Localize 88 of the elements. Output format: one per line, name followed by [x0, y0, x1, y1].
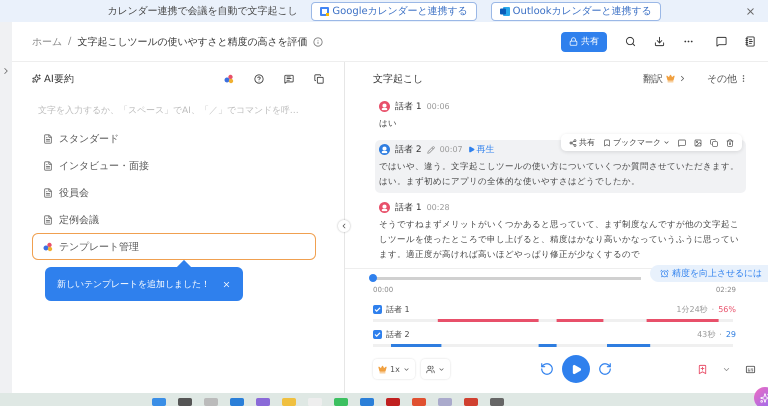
- colorful-dots-icon: [224, 74, 234, 84]
- bookmark-icon[interactable]: [697, 364, 708, 374]
- chevron-left-icon: [340, 222, 348, 230]
- caret-icon: [402, 366, 410, 372]
- translate-link[interactable]: 翻訳: [643, 72, 687, 86]
- comment-icon[interactable]: [678, 138, 686, 146]
- document-icon: [43, 188, 53, 198]
- download-icon[interactable]: [654, 36, 665, 47]
- speaker-name: 話者 2: [395, 144, 422, 156]
- progress-thumb[interactable]: [369, 274, 377, 282]
- avatar-icon: [379, 144, 390, 155]
- copy-icon[interactable]: [710, 138, 718, 146]
- caret-icon: [438, 366, 445, 372]
- info-icon[interactable]: [313, 36, 324, 46]
- document-icon: [43, 214, 53, 224]
- speaker-filter-button[interactable]: [420, 359, 450, 379]
- toast-message: 新しいテンプレートを追加しました！: [57, 278, 210, 290]
- breadcrumb-separator: /: [68, 36, 72, 47]
- edit-icon[interactable]: [426, 146, 435, 154]
- speaking-share: 29: [726, 330, 736, 338]
- calendar-icon: [320, 6, 330, 16]
- copy-icon[interactable]: [314, 74, 324, 84]
- more-menu[interactable]: その他: [707, 72, 748, 86]
- notes-icon[interactable]: [745, 36, 756, 47]
- template-item[interactable]: インタビュー・面接: [32, 152, 316, 179]
- speaker-name: 話者 1: [386, 304, 410, 314]
- share-button[interactable]: 共有: [561, 32, 607, 52]
- avatar-icon: [379, 202, 390, 213]
- speaking-share: 56%: [718, 304, 736, 314]
- speaker-name: 話者 2: [386, 328, 410, 340]
- help-icon[interactable]: [254, 74, 264, 84]
- caret-icon: [663, 139, 670, 146]
- document-icon: [43, 160, 53, 170]
- search-icon[interactable]: [625, 36, 636, 47]
- close-icon[interactable]: [222, 280, 231, 288]
- transcript-text: ではいや、違う。文字起こしツールの使い方についていくつか質問させていただきます。はい。まず初めにアプリの全体的な使いやすさはどうでしたか。: [379, 160, 740, 189]
- calendar-connect-button[interactable]: Googleカレンダーと連携する: [311, 2, 477, 20]
- speaking-duration: 43秒: [697, 328, 716, 340]
- sparkle-icon: [32, 74, 41, 83]
- speed-button[interactable]: 1x: [373, 359, 415, 379]
- template-item[interactable]: スタンダード: [32, 125, 316, 152]
- close-icon[interactable]: [745, 6, 756, 16]
- panel-title: 文字起こし: [373, 72, 424, 86]
- transcript-text: そうですねまずメリットがいくつかあると思っていて、まず制度なんですが他の文字起こしツールを使ったところで申し上げると、精度はかなり高いかなっていうふうに思っています。適正度が高ければ高いほどやっぱり修正が少なくするので: [379, 218, 740, 262]
- comment-icon[interactable]: [716, 36, 727, 47]
- rewind-icon[interactable]: [540, 362, 554, 376]
- banner-text: カレンダー連携で会議を自動で文字起こし: [107, 4, 298, 18]
- sparkle-icon: [760, 393, 768, 403]
- separator: ·: [719, 330, 722, 338]
- chat-icon[interactable]: [284, 74, 294, 84]
- share-icon: [569, 138, 577, 146]
- panel-title: AI要約: [44, 72, 74, 86]
- breadcrumb-link[interactable]: ホーム: [32, 34, 62, 48]
- chevron-right-icon: [678, 74, 687, 83]
- checkbox[interactable]: [373, 304, 382, 314]
- lock-icon: [569, 37, 578, 46]
- crown-icon: [378, 364, 387, 374]
- template-item[interactable]: 定例会議: [32, 206, 316, 233]
- separator: ·: [712, 304, 714, 314]
- template-item[interactable]: テンプレート管理: [32, 233, 316, 260]
- bookmark-icon: [603, 138, 611, 146]
- template-item[interactable]: 役員会: [32, 179, 316, 206]
- document-icon: [43, 134, 53, 144]
- checkbox[interactable]: [373, 330, 382, 338]
- play-button[interactable]: [562, 355, 590, 383]
- speaker-name: 話者 1: [395, 202, 422, 214]
- calendar-connect-button[interactable]: Outlookカレンダーと連携する: [490, 2, 661, 20]
- alarm-clock-icon: [660, 269, 669, 278]
- forward-icon[interactable]: [598, 362, 612, 376]
- speaking-duration: 1分24秒: [676, 304, 708, 314]
- page-title: 文字起こしツールの使いやすさと精度の高さを評価: [77, 36, 308, 48]
- colorful-dots-icon: [43, 242, 53, 252]
- image-icon[interactable]: [694, 138, 702, 146]
- captions-icon[interactable]: [745, 364, 756, 374]
- timestamp: 00:28: [426, 203, 450, 212]
- play-icon: [468, 146, 475, 153]
- speaker-name: 話者 1: [395, 100, 422, 113]
- timestamp: 00:07: [440, 145, 463, 154]
- timestamp: 00:06: [426, 102, 450, 111]
- crown-icon: [666, 74, 675, 83]
- trash-icon[interactable]: [726, 138, 734, 146]
- play-link[interactable]: 再生: [468, 143, 495, 156]
- share-button[interactable]: 共有: [569, 137, 595, 148]
- transcript-text: はい: [379, 118, 398, 131]
- avatar-icon: [379, 101, 390, 112]
- play-icon: [570, 364, 582, 374]
- users-icon: [426, 364, 435, 374]
- bookmark-button[interactable]: ブックマーク: [603, 137, 670, 148]
